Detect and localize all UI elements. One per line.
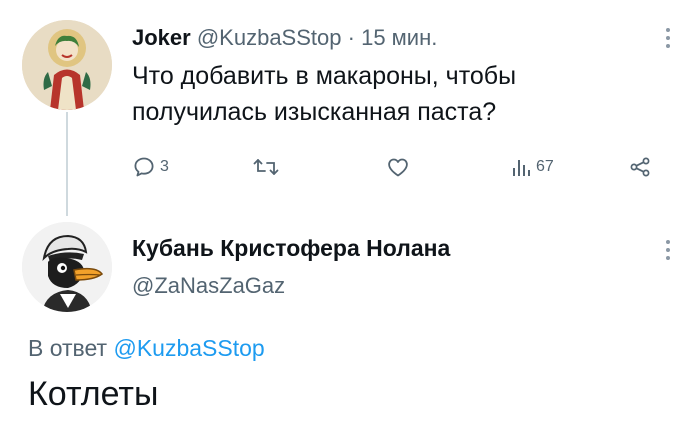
author-name[interactable]: Joker [132,25,191,50]
retweet-icon [253,159,279,175]
views-chart-icon [513,160,530,176]
reply-count: 3 [160,158,169,175]
thread-line [66,112,68,216]
share-icon [630,157,650,177]
tweet-text: Котлеты [28,375,159,413]
tweet-text: Что добавить в макароны, чтобы получилас… [132,62,517,126]
duck-avatar-icon [22,222,112,312]
like-button[interactable] [386,152,414,182]
share-button[interactable] [628,152,652,182]
author-handle[interactable]: @KuzbaSStop [197,25,342,50]
reply-icon [134,157,154,177]
reply-prefix: В ответ [28,335,108,361]
avatar[interactable] [22,20,112,110]
author-handle[interactable]: @ZaNasZaGaz [132,270,285,302]
views-count: 67 [536,158,554,175]
more-options-icon[interactable] [664,28,672,48]
retweet-button[interactable] [252,152,284,182]
joker-avatar-icon [22,20,112,110]
tweet-timestamp[interactable]: 15 мин. [361,25,437,50]
author-name[interactable]: Кубань Кристофера Нолана [132,232,450,264]
more-options-icon[interactable] [664,240,672,260]
views-button[interactable]: 67 [510,152,554,182]
tweet-header: Joker @KuzbaSStop · 15 мин. [132,22,437,54]
heart-icon [388,158,408,177]
reply-button[interactable]: 3 [132,152,169,182]
header-separator: · [347,25,355,50]
reply-mention-link[interactable]: @KuzbaSStop [113,335,264,361]
avatar[interactable] [22,222,112,312]
tweet-actions: 3 67 [132,152,672,182]
replying-to: В ответ @KuzbaSStop [28,332,265,364]
